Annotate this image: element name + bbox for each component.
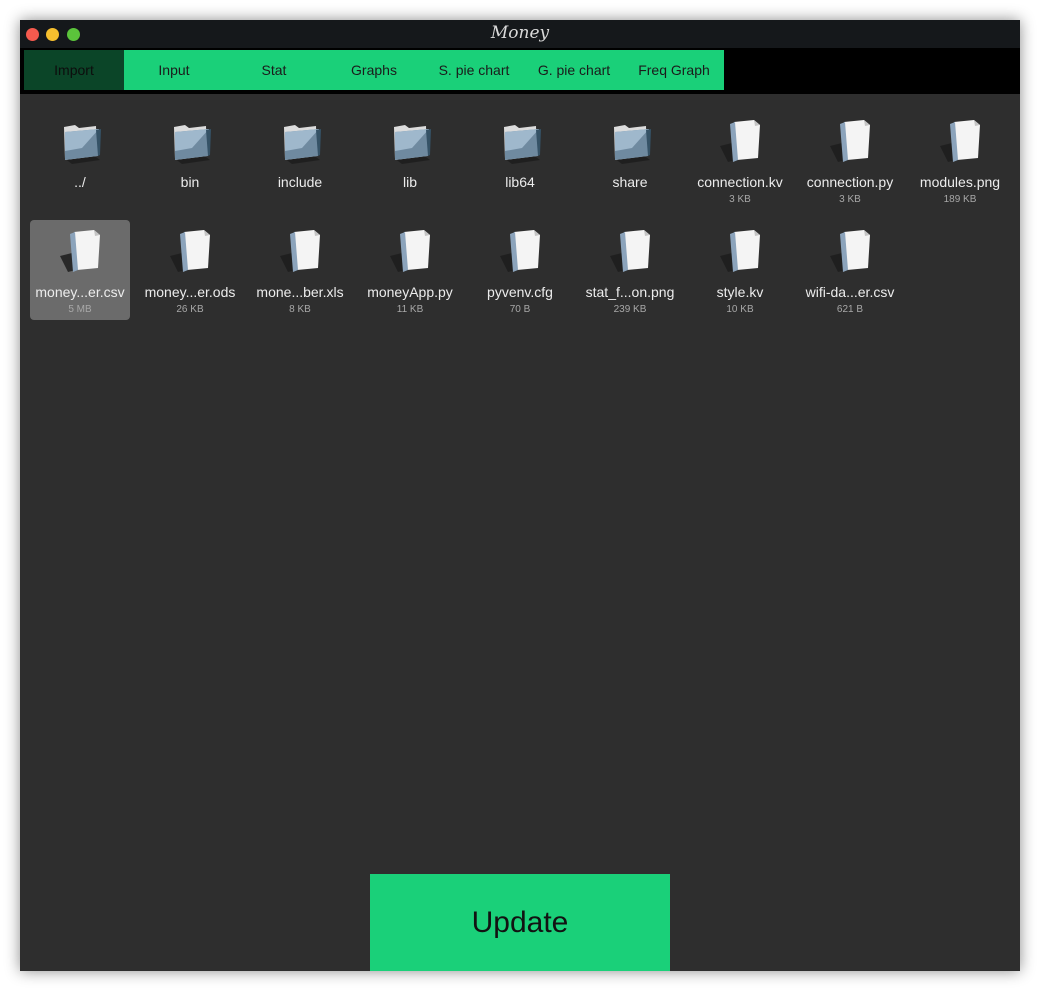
folder-icon bbox=[390, 118, 432, 164]
file-name: wifi-da...er.csv bbox=[805, 284, 895, 300]
tab-graphs[interactable]: Graphs bbox=[324, 50, 424, 90]
file-size: 10 KB bbox=[726, 304, 754, 315]
file-icon bbox=[830, 228, 872, 274]
file-item-selected[interactable]: money...er.csv 5 MB bbox=[30, 220, 130, 320]
file-icon bbox=[720, 118, 762, 164]
file-name: moneyApp.py bbox=[367, 284, 453, 300]
file-icon bbox=[830, 118, 872, 164]
file-name: share bbox=[612, 174, 648, 190]
window-title: Money bbox=[490, 23, 550, 43]
file-name: style.kv bbox=[716, 284, 764, 300]
file-icon bbox=[610, 228, 652, 274]
file-item[interactable]: connection.kv 3 KB bbox=[690, 110, 790, 210]
file-item[interactable]: money...er.ods 26 KB bbox=[140, 220, 240, 320]
file-name: lib64 bbox=[505, 174, 535, 190]
file-size: 3 KB bbox=[729, 194, 751, 205]
file-size: 621 B bbox=[836, 304, 864, 315]
file-icon bbox=[60, 228, 102, 274]
file-icon bbox=[500, 228, 542, 274]
folder-icon bbox=[60, 118, 102, 164]
folder-item[interactable]: bin bbox=[140, 110, 240, 210]
tab-freq-graph[interactable]: Freq Graph bbox=[624, 50, 724, 90]
file-name: connection.kv bbox=[697, 174, 783, 190]
file-size: 8 KB bbox=[289, 304, 311, 315]
file-name: bin bbox=[180, 174, 200, 190]
file-chooser-panel: ../ bin include lib lib64 share connecti… bbox=[20, 94, 1020, 971]
file-item[interactable]: connection.py 3 KB bbox=[800, 110, 900, 210]
file-icon bbox=[390, 228, 432, 274]
folder-item[interactable]: include bbox=[250, 110, 350, 210]
file-size: 70 B bbox=[509, 304, 531, 315]
app-window: Money Import Input Stat Graphs S. pie ch… bbox=[20, 20, 1020, 971]
file-size: 26 KB bbox=[176, 304, 204, 315]
folder-item[interactable]: ../ bbox=[30, 110, 130, 210]
file-name: mone...ber.xls bbox=[256, 284, 344, 300]
tab-bar: Import Input Stat Graphs S. pie chart G.… bbox=[24, 50, 724, 90]
file-size: 11 KB bbox=[396, 304, 424, 315]
file-name: modules.png bbox=[919, 174, 1001, 190]
file-name: ../ bbox=[74, 174, 86, 190]
file-icon bbox=[280, 228, 322, 274]
folder-icon bbox=[500, 118, 542, 164]
title-bar[interactable]: Money bbox=[20, 20, 1020, 48]
tab-input[interactable]: Input bbox=[124, 50, 224, 90]
tab-import[interactable]: Import bbox=[24, 50, 124, 90]
file-item[interactable]: modules.png 189 KB bbox=[910, 110, 1010, 210]
file-name: money...er.csv bbox=[35, 284, 125, 300]
file-size: 239 KB bbox=[613, 304, 647, 315]
folder-item[interactable]: share bbox=[580, 110, 680, 210]
file-name: connection.py bbox=[806, 174, 894, 190]
tab-g-pie-chart[interactable]: G. pie chart bbox=[524, 50, 624, 90]
update-button[interactable]: Update bbox=[370, 874, 670, 971]
file-icon bbox=[720, 228, 762, 274]
file-item[interactable]: wifi-da...er.csv 621 B bbox=[800, 220, 900, 320]
tab-stat[interactable]: Stat bbox=[224, 50, 324, 90]
file-name: pyvenv.cfg bbox=[487, 284, 553, 300]
file-name: include bbox=[277, 174, 323, 190]
folder-icon bbox=[280, 118, 322, 164]
file-size: 3 KB bbox=[839, 194, 861, 205]
file-size: 189 KB bbox=[943, 194, 977, 205]
folder-item[interactable]: lib bbox=[360, 110, 460, 210]
file-icon bbox=[940, 118, 982, 164]
tab-s-pie-chart[interactable]: S. pie chart bbox=[424, 50, 524, 90]
file-item[interactable]: mone...ber.xls 8 KB bbox=[250, 220, 350, 320]
folder-icon bbox=[170, 118, 212, 164]
folder-item[interactable]: lib64 bbox=[470, 110, 570, 210]
folder-icon bbox=[610, 118, 652, 164]
file-size: 5 MB bbox=[68, 304, 92, 315]
file-item[interactable]: pyvenv.cfg 70 B bbox=[470, 220, 570, 320]
file-icon-grid: ../ bin include lib lib64 share connecti… bbox=[30, 110, 1020, 330]
file-icon bbox=[170, 228, 212, 274]
file-item[interactable]: moneyApp.py 11 KB bbox=[360, 220, 460, 320]
file-name: lib bbox=[402, 174, 417, 190]
file-item[interactable]: stat_f...on.png 239 KB bbox=[580, 220, 680, 320]
file-name: money...er.ods bbox=[144, 284, 236, 300]
file-item[interactable]: style.kv 10 KB bbox=[690, 220, 790, 320]
file-name: stat_f...on.png bbox=[585, 284, 675, 300]
